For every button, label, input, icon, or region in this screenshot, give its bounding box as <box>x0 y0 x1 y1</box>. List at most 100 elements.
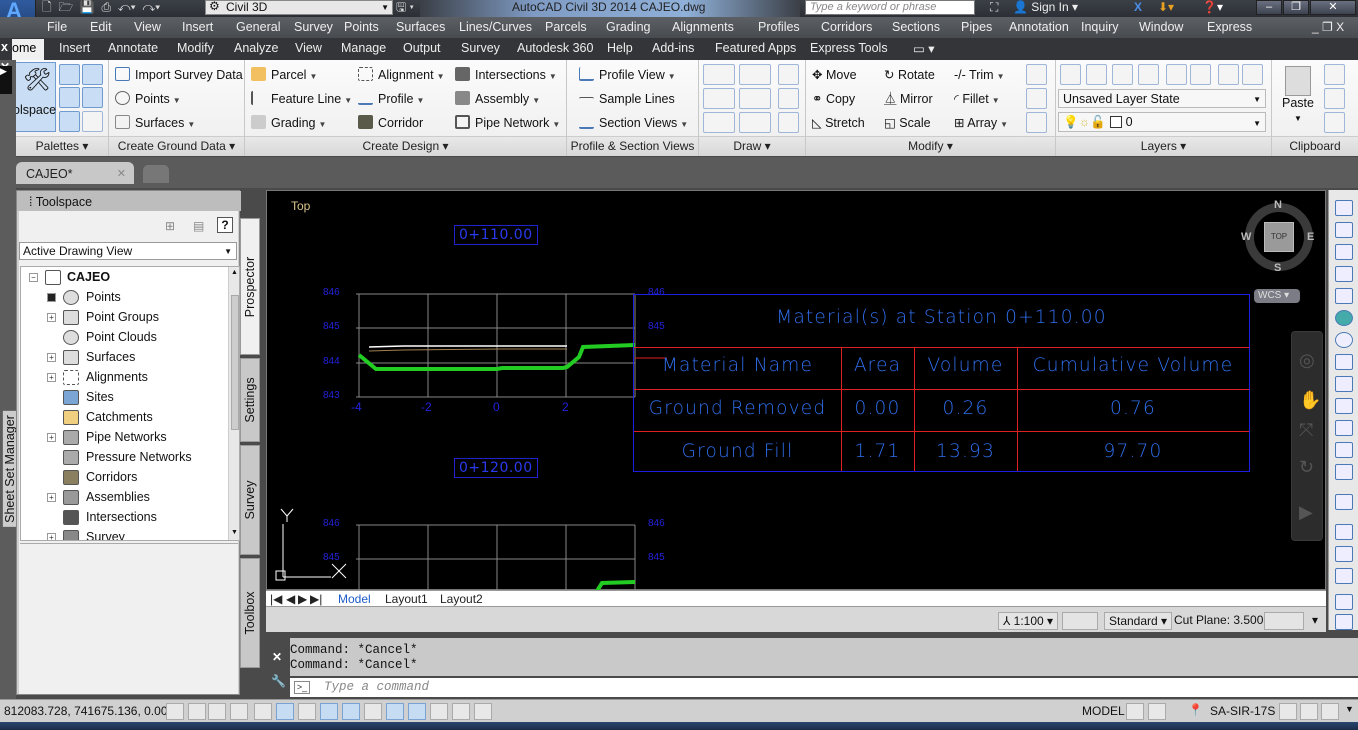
panel-palettes-title[interactable]: Palettes ▾ <box>16 136 108 156</box>
toolspace-header[interactable]: ⁞ Toolspace <box>17 191 241 211</box>
menu-edit[interactable]: Edit <box>90 20 112 34</box>
sign-in-button[interactable]: 👤 Sign In ▾ <box>1013 0 1078 15</box>
cut-icon[interactable] <box>1324 64 1345 85</box>
drawing-canvas[interactable]: Top 0+110.00 0+120.00 846 845 844 843 84… <box>266 190 1326 591</box>
lineweight-icon[interactable] <box>386 703 404 720</box>
close-icon[interactable]: x <box>1 40 8 54</box>
grid-icon[interactable] <box>208 703 226 720</box>
tab-layout2[interactable]: Layout2 <box>440 592 483 606</box>
subscription-icon[interactable]: ⬇▾ <box>1158 0 1174 17</box>
menu-inquiry[interactable]: Inquiry <box>1081 20 1119 34</box>
annotation-visibility-icon[interactable] <box>1062 612 1098 630</box>
survey-icon[interactable] <box>59 87 80 108</box>
intersections-button[interactable]: Intersections ▼ <box>455 67 557 85</box>
toggle-item-view-icon[interactable]: ⊞ <box>165 219 175 233</box>
maximize-button[interactable]: ❐ <box>1283 0 1309 15</box>
otrack-icon[interactable] <box>320 703 338 720</box>
new-icon[interactable]: 🗋 <box>42 0 52 14</box>
tool-icon[interactable] <box>1335 244 1353 260</box>
panel-draw-title[interactable]: Draw ▾ <box>699 136 805 156</box>
scrollbar-thumb[interactable] <box>231 295 239 430</box>
layer-states-icon[interactable] <box>1242 64 1263 85</box>
minimize-button[interactable]: – <box>1256 0 1282 15</box>
menu-general[interactable]: General <box>236 20 280 34</box>
tab-insert[interactable]: Insert <box>59 41 90 55</box>
material-volume-table[interactable]: Material(s) at Station 0+110.00 Material… <box>633 294 1250 472</box>
menu-window[interactable]: Window <box>1139 20 1183 34</box>
palette-toggle-icon[interactable]: ▶ <box>0 66 12 94</box>
circle-icon[interactable] <box>739 88 771 109</box>
tab-modify[interactable]: Modify <box>177 41 214 55</box>
move-button[interactable]: ✥ Move <box>812 67 857 83</box>
polyline-edit-icon[interactable] <box>778 64 799 85</box>
menu-lines-curves[interactable]: Lines/Curves <box>459 20 532 34</box>
scroll-up-icon[interactable]: ▲ <box>231 269 238 276</box>
selection-cycling-icon[interactable] <box>452 703 470 720</box>
menu-points[interactable]: Points <box>344 20 379 34</box>
doc-tab-cajeo[interactable]: CAJEO* ✕ <box>16 162 134 184</box>
tool-icon[interactable] <box>1335 568 1353 584</box>
list-view-icon[interactable]: ▤ <box>193 219 204 233</box>
polyline-icon[interactable] <box>739 64 771 85</box>
tool-icon[interactable] <box>1335 200 1353 216</box>
layer-unlock-icon[interactable] <box>1190 64 1211 85</box>
sheet-set-manager-tab[interactable]: Sheet Set Manager <box>2 411 17 527</box>
menu-alignments[interactable]: Alignments <box>672 20 734 34</box>
surfaces-button[interactable]: Surfaces ▼ <box>115 115 195 133</box>
osnap-icon[interactable] <box>276 703 294 720</box>
location-pin-icon[interactable]: 📍 <box>1188 703 1203 717</box>
menu-view[interactable]: View <box>134 20 161 34</box>
help-icon[interactable]: ❓▾ <box>1202 0 1223 17</box>
explode-icon[interactable] <box>1026 88 1047 109</box>
hatch-icon[interactable] <box>778 112 799 133</box>
tab-model[interactable]: Model <box>338 592 371 606</box>
print-icon[interactable]: ⎙ <box>102 0 112 14</box>
last-tab-icon[interactable]: ▶| <box>310 592 322 606</box>
tab-autodesk-360[interactable]: Autodesk 360 <box>517 41 593 55</box>
ortho-icon[interactable] <box>230 703 248 720</box>
match-properties-icon[interactable] <box>1026 64 1047 85</box>
3d-osnap-icon[interactable] <box>298 703 316 720</box>
steering-wheel-icon[interactable]: ◎ <box>1299 350 1315 371</box>
scale-button[interactable]: ◱ Scale <box>884 115 931 131</box>
next-tab-icon[interactable]: ▶ <box>298 592 307 606</box>
layer-properties-icon[interactable] <box>1060 64 1081 85</box>
pipe-network-button[interactable]: Pipe Network ▼ <box>455 115 560 133</box>
layer-lock-icon[interactable] <box>1166 64 1187 85</box>
layer-isolate-icon[interactable] <box>1086 64 1107 85</box>
tree-scrollbar[interactable]: ▲ ▼ <box>228 267 239 540</box>
profile-view-button[interactable]: Profile View ▼ <box>579 67 676 85</box>
menu-survey[interactable]: Survey <box>294 20 333 34</box>
dyn-icon[interactable] <box>364 703 382 720</box>
menu-grading[interactable]: Grading <box>606 20 650 34</box>
pan-icon[interactable]: ✋ <box>1299 390 1321 411</box>
menu-file[interactable]: File <box>47 20 67 34</box>
prev-tab-icon[interactable]: ◀ <box>286 592 295 606</box>
points-draw-icon[interactable] <box>703 88 735 109</box>
transparency-icon[interactable] <box>408 703 426 720</box>
compass-east[interactable]: E <box>1307 231 1314 243</box>
save-icon[interactable]: 💾 <box>80 0 95 14</box>
tool-icon[interactable] <box>1335 288 1353 304</box>
copy-button[interactable]: ⚭ Copy <box>812 91 855 107</box>
tab-prospector[interactable]: Prospector <box>240 218 260 355</box>
command-prompt-icon[interactable]: >_ <box>294 681 310 694</box>
tab-analyze[interactable]: Analyze <box>234 41 278 55</box>
redo-icon[interactable]: ↷ <box>142 0 155 14</box>
properties-icon[interactable] <box>59 111 80 132</box>
menu-corridors[interactable]: Corridors <box>821 20 872 34</box>
toolbox-case-icon[interactable] <box>82 87 103 108</box>
tool-icon[interactable] <box>1335 464 1353 480</box>
workspace-select[interactable]: ⚙ Civil 3D ▼ <box>205 0 393 15</box>
workspace-status-icon[interactable] <box>1264 612 1304 630</box>
menu-sections[interactable]: Sections <box>892 20 940 34</box>
orbit-icon[interactable]: ↻ <box>1299 457 1314 478</box>
viewcube[interactable]: TOP <box>1245 203 1313 271</box>
drawing-view-select[interactable]: Active Drawing View ▼ <box>19 242 237 260</box>
menu-express[interactable]: Express <box>1207 20 1252 34</box>
annotation-scale-select[interactable]: ⅄ 1:100 ▾ <box>998 612 1059 630</box>
ducs-icon[interactable] <box>342 703 360 720</box>
undo-icon[interactable]: ↶ <box>118 0 131 14</box>
tool-icon[interactable] <box>1335 524 1353 540</box>
menu-insert[interactable]: Insert <box>182 20 213 34</box>
